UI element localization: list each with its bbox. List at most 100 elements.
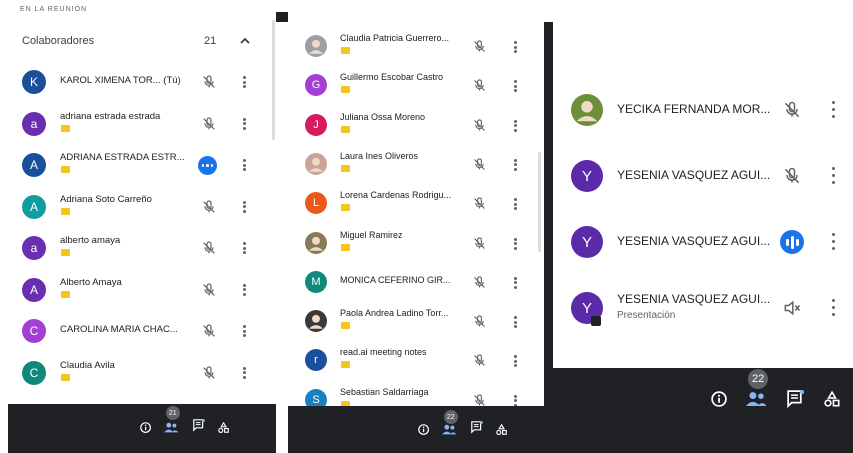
- participant-row[interactable]: A Alberto Amaya: [8, 272, 276, 310]
- participant-count-badge: 22: [747, 368, 769, 390]
- host-badge-icon: [61, 249, 70, 256]
- avatar: A: [22, 194, 46, 219]
- participant-row[interactable]: S Sebastian Saldarriaga: [288, 384, 544, 406]
- participant-name: read.ai meeting notes: [340, 347, 427, 358]
- info-icon[interactable]: [711, 391, 727, 412]
- collaborators-label: Colaboradores: [22, 35, 95, 47]
- mic-off-icon: [782, 100, 802, 125]
- chevron-up-icon[interactable]: [238, 34, 252, 53]
- more-options-icon[interactable]: [514, 316, 517, 329]
- more-options-icon[interactable]: [514, 237, 517, 250]
- participant-row[interactable]: J Juliana Ossa Moreno: [288, 109, 544, 145]
- participant-row[interactable]: Y YESENIA VASQUEZ AGUI... Presentación: [553, 288, 853, 334]
- participant-name: YESENIA VASQUEZ AGUI...: [617, 292, 771, 306]
- more-options-icon[interactable]: [243, 159, 246, 171]
- activities-icon[interactable]: [824, 390, 840, 412]
- participant-row[interactable]: A ADRIANA ESTRADA ESTR...: [8, 147, 276, 185]
- participant-row[interactable]: Miguel Ramirez: [288, 227, 544, 263]
- host-badge-icon: [61, 124, 70, 132]
- participant-row[interactable]: Claudia Patricia Guerrero...: [288, 30, 544, 66]
- chat-icon[interactable]: [787, 389, 804, 413]
- more-options-icon[interactable]: [243, 242, 246, 254]
- activities-icon[interactable]: [218, 420, 230, 438]
- participant-subtitle: Presentación: [617, 310, 676, 321]
- participant-row[interactable]: Y YESENIA VASQUEZ AGUI...: [553, 222, 853, 268]
- more-options-icon[interactable]: [243, 366, 246, 379]
- more-options-icon[interactable]: [243, 117, 246, 130]
- participant-row[interactable]: Y YESENIA VASQUEZ AGUI...: [553, 156, 853, 202]
- mic-off-icon: [201, 365, 217, 386]
- host-badge-icon: [341, 164, 350, 172]
- participant-row[interactable]: a adriana estrada estrada: [8, 106, 276, 144]
- more-options-icon[interactable]: [832, 101, 835, 118]
- more-options-icon[interactable]: [514, 394, 517, 406]
- avatar: a: [22, 111, 46, 136]
- host-badge-icon: [61, 290, 70, 298]
- activities-icon[interactable]: [496, 422, 508, 440]
- more-options-icon[interactable]: [514, 158, 517, 171]
- participant-name: Guillermo Escobar Castro: [340, 72, 444, 83]
- scrollbar[interactable]: [538, 152, 541, 252]
- mic-off-icon: [472, 39, 487, 59]
- host-badge-icon: [341, 243, 350, 251]
- mic-off-icon: [201, 240, 217, 261]
- participant-row[interactable]: Paola Andrea Ladino Torr...: [288, 305, 544, 341]
- people-icon[interactable]: [745, 391, 767, 412]
- participant-name: Adriana Soto Carreño: [60, 193, 152, 205]
- scrollbar[interactable]: [272, 20, 275, 140]
- avatar: [305, 152, 327, 175]
- participant-row[interactable]: G Guillermo Escobar Castro: [288, 69, 544, 105]
- participant-row[interactable]: A Adriana Soto Carreño: [8, 189, 276, 227]
- avatar: A: [22, 277, 46, 302]
- mic-off-icon: [472, 157, 487, 177]
- collaborators-count: 21: [204, 35, 217, 47]
- more-options-icon[interactable]: [243, 200, 246, 213]
- participant-row[interactable]: L Lorena Cardenas Rodrigu...: [288, 187, 544, 223]
- chat-icon[interactable]: [470, 421, 483, 439]
- collaborators-header[interactable]: Colaboradores 21: [8, 28, 276, 56]
- avatar: M: [305, 270, 327, 293]
- more-options-icon[interactable]: [243, 325, 246, 337]
- avatar: a: [22, 236, 46, 260]
- more-options-icon[interactable]: [514, 41, 517, 53]
- more-options-icon[interactable]: [514, 276, 517, 289]
- more-options-icon[interactable]: [514, 355, 517, 368]
- more-options-icon[interactable]: [832, 233, 835, 250]
- mic-off-icon: [782, 166, 802, 191]
- host-badge-icon: [341, 86, 350, 94]
- participant-row[interactable]: C Claudia Avila: [8, 355, 276, 393]
- options-bubble-icon[interactable]: [198, 156, 217, 175]
- participant-name: Paola Andrea Ladino Torr...: [340, 308, 449, 319]
- host-badge-icon: [341, 322, 350, 330]
- participant-row[interactable]: K KAROL XIMENA TOR... (Tú): [8, 64, 276, 102]
- chat-icon[interactable]: [192, 419, 205, 437]
- mic-off-icon: [472, 78, 487, 98]
- people-icon[interactable]: [442, 422, 457, 440]
- host-badge-icon: [341, 361, 350, 369]
- mic-off-icon: [201, 282, 217, 303]
- more-options-icon[interactable]: [243, 283, 246, 296]
- more-options-icon[interactable]: [243, 76, 246, 88]
- presentation-icon: [591, 316, 601, 326]
- more-options-icon[interactable]: [832, 299, 835, 316]
- participant-name: Laura Ines Oliveros: [340, 150, 419, 161]
- participant-row[interactable]: YECIKA FERNANDA MOR...: [553, 90, 853, 136]
- more-options-icon[interactable]: [832, 167, 835, 184]
- participant-name: Alberto Amaya: [60, 276, 122, 288]
- participant-row[interactable]: M MONICA CEFERINO GIR...: [288, 266, 544, 302]
- participant-row[interactable]: a alberto amaya: [8, 230, 276, 268]
- more-options-icon[interactable]: [514, 80, 517, 93]
- participant-row[interactable]: Laura Ines Oliveros: [288, 148, 544, 184]
- mic-off-icon: [472, 275, 487, 295]
- participant-name: Juliana Ossa Moreno: [340, 111, 426, 122]
- info-icon[interactable]: [418, 422, 429, 440]
- avatar: [571, 94, 603, 126]
- participant-name: KAROL XIMENA TOR... (Tú): [60, 75, 181, 86]
- more-options-icon[interactable]: [514, 119, 517, 132]
- people-icon[interactable]: [164, 420, 179, 438]
- participant-row[interactable]: C CAROLINA MARIA CHAC...: [8, 313, 276, 351]
- volume-off-icon: [782, 298, 802, 323]
- participant-row[interactable]: r read.ai meeting notes: [288, 344, 544, 380]
- info-icon[interactable]: [140, 420, 151, 438]
- more-options-icon[interactable]: [514, 198, 517, 211]
